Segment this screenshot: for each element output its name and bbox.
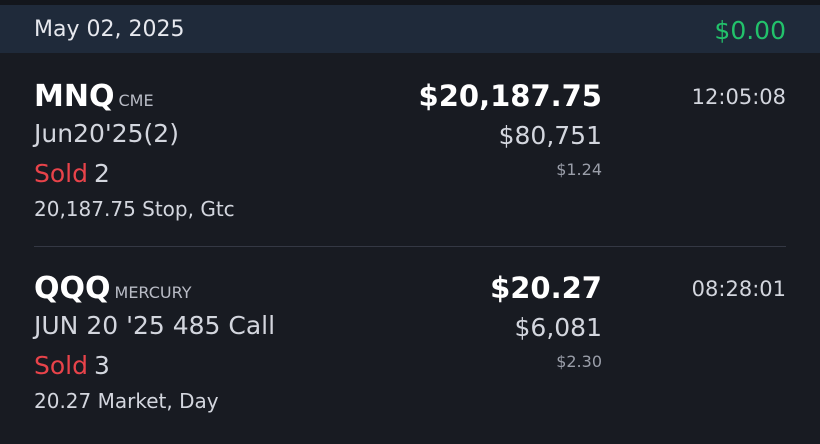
order-notional: $80,751 <box>498 121 602 150</box>
order-detail: 20.27 Market, Day <box>34 389 219 413</box>
order-action: Sold 3 <box>34 351 110 380</box>
order-detail: 20,187.75 Stop, Gtc <box>34 197 235 221</box>
order-price: $20.27 <box>490 271 602 305</box>
order-fee: $1.24 <box>556 160 602 179</box>
order-time: 08:28:01 <box>691 277 786 301</box>
order-action: Sold 2 <box>34 159 110 188</box>
order-price: $20,187.75 <box>418 79 602 113</box>
symbol-ticker: QQQ <box>34 271 111 306</box>
header-total: $0.00 <box>714 16 786 45</box>
order-row-qqq[interactable]: QQQ MERCURY JUN 20 '25 485 Call Sold 3 20.… <box>0 271 820 431</box>
order-quantity: 2 <box>93 159 110 188</box>
symbol-exchange: MERCURY <box>114 283 192 302</box>
symbol-ticker: MNQ <box>34 79 115 114</box>
order-symbol: MNQ CME <box>34 79 154 114</box>
order-notional: $6,081 <box>514 313 602 342</box>
order-row-mnq[interactable]: MNQ CME Jun20'25(2) Sold 2 20,187.75 Stop,… <box>0 79 820 239</box>
order-side: Sold <box>34 159 88 188</box>
order-side: Sold <box>34 351 88 380</box>
order-time: 12:05:08 <box>691 85 786 109</box>
order-quantity: 3 <box>93 351 110 380</box>
date-header: May 02, 2025 $0.00 <box>0 5 820 53</box>
order-symbol: QQQ MERCURY <box>34 271 192 306</box>
order-fee: $2.30 <box>556 352 602 371</box>
row-divider <box>34 246 786 247</box>
order-contract: JUN 20 '25 485 Call <box>34 311 276 340</box>
order-contract: Jun20'25(2) <box>34 119 179 148</box>
symbol-exchange: CME <box>118 91 154 110</box>
header-date: May 02, 2025 <box>34 17 185 42</box>
